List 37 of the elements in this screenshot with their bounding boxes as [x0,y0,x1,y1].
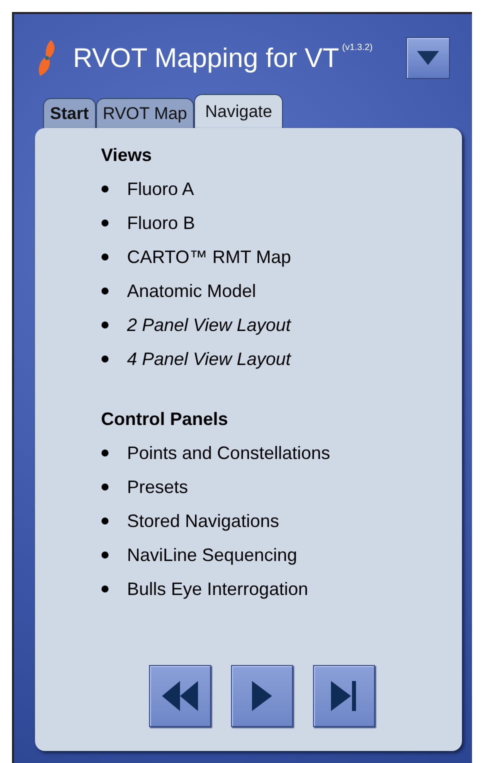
menu-link[interactable]: Fluoro B [127,212,196,234]
skip-end-button[interactable] [313,665,375,727]
menu-link[interactable]: 2 Panel View Layout [127,314,291,336]
menu-link[interactable]: Presets [127,476,188,498]
bullet-icon [101,483,109,491]
menu-link[interactable]: Anatomic Model [127,280,256,302]
menu-link[interactable]: CARTO™ RMT Map [127,246,292,268]
tab[interactable]: Navigate [194,94,284,128]
app-title: RVOT Mapping for VT [73,42,340,74]
section-heading: Views [101,144,153,167]
play-icon [252,681,272,711]
bullet-icon [101,253,109,261]
bullet-icon [101,321,109,329]
tab[interactable]: Start [43,98,96,128]
bullet-icon [101,517,109,525]
play-button[interactable] [231,665,293,727]
tab[interactable]: RVOT Map [96,98,194,128]
bullet-icon [101,185,109,193]
rewind-icon [162,681,198,711]
dropdown-button[interactable] [406,37,450,79]
menu-link[interactable]: Fluoro A [127,178,194,200]
menu-link[interactable]: Stored Navigations [127,510,280,532]
bullet-icon [101,551,109,559]
section-heading: Control Panels [101,408,230,431]
menu-link[interactable]: Bulls Eye Interrogation [127,578,308,600]
bullet-icon [101,219,109,227]
bullet-icon [101,355,109,363]
skip-end-icon [331,681,357,711]
rewind-button[interactable] [149,665,211,727]
bullet-icon [101,287,109,295]
menu-link[interactable]: NaviLine Sequencing [127,544,298,566]
menu-link[interactable]: Points and Constellations [127,442,330,464]
bullet-icon [101,449,109,457]
menu-link[interactable]: 4 Panel View Layout [127,348,291,370]
bullet-icon [101,585,109,593]
version-label: (v1.3.2) [342,42,373,52]
caret-icon [417,51,439,65]
